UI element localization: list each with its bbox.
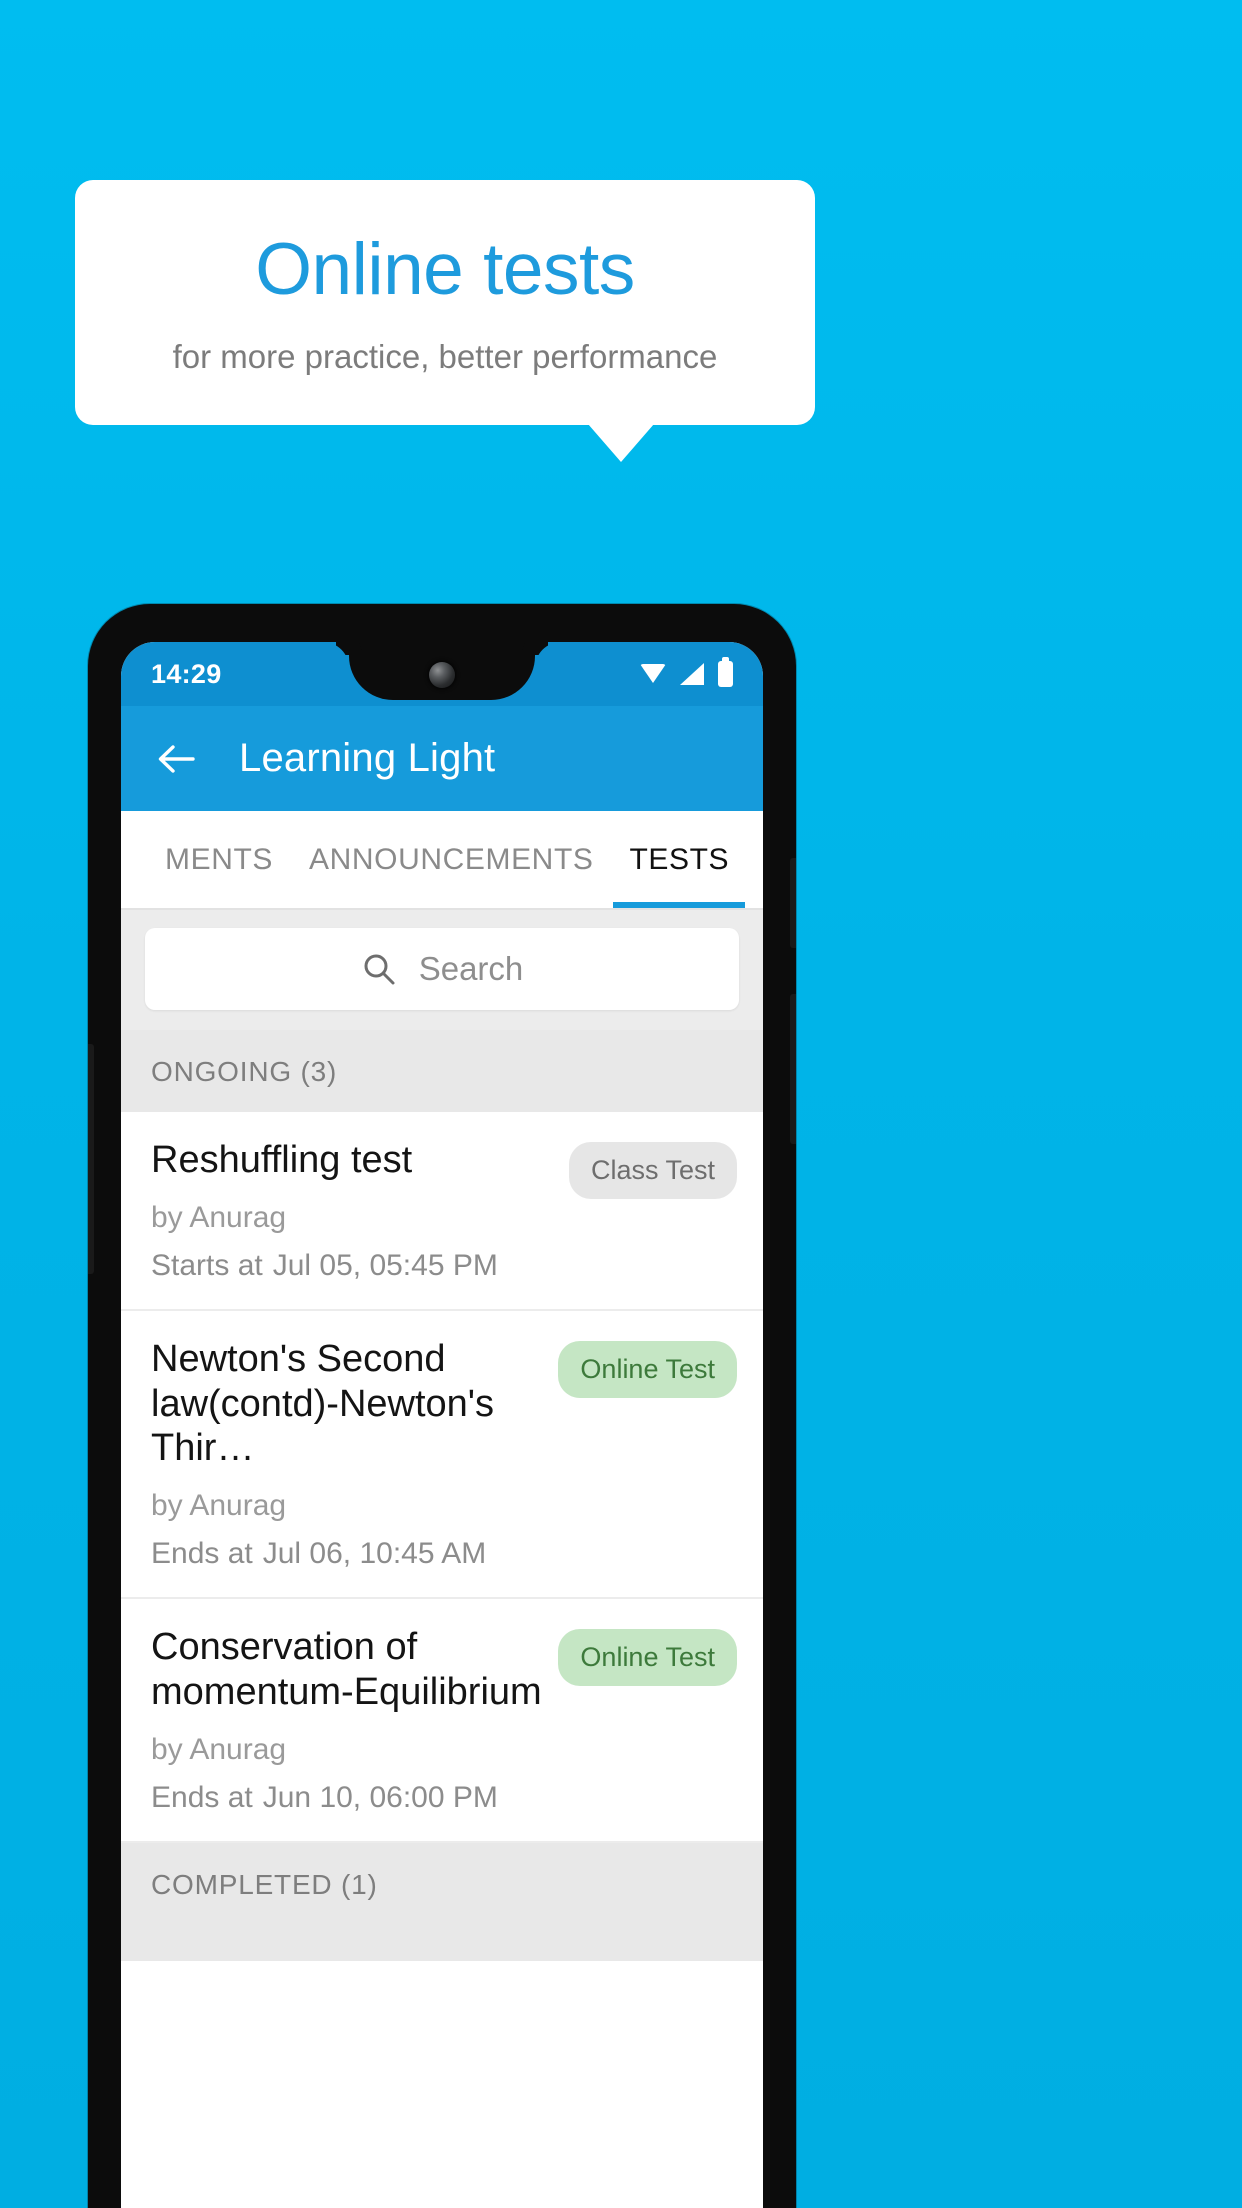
- battery-icon: [718, 657, 733, 687]
- section-header-ongoing: ONGOING (3): [121, 1030, 763, 1112]
- search-placeholder: Search: [418, 950, 524, 987]
- test-schedule: Ends at Jun 10, 06:00 PM: [151, 1781, 542, 1815]
- phone-mockup: 14:29 Learning Light MENTS ANNOUNCEMENTS…: [88, 604, 796, 2208]
- table-row[interactable]: Conservation of momentum-Equilibrium by …: [121, 1599, 763, 1843]
- test-author: by Anurag: [151, 1489, 287, 1523]
- promo-title: Online tests: [255, 228, 635, 310]
- status-icons: [640, 657, 733, 687]
- phone-screen: 14:29 Learning Light MENTS ANNOUNCEMENTS…: [121, 642, 763, 2208]
- test-row-content: Conservation of momentum-Equilibrium by …: [151, 1625, 558, 1815]
- tab-bar: MENTS ANNOUNCEMENTS TESTS VIDEOS: [121, 811, 763, 908]
- test-author: by Anurag: [151, 1200, 287, 1234]
- test-title: Newton's Second law(contd)-Newton's Thir…: [151, 1337, 495, 1470]
- status-badge: Online Test: [558, 1629, 737, 1687]
- promo-stage: Online tests for more practice, better p…: [0, 0, 1242, 2208]
- app-bar-title: Learning Light: [239, 736, 496, 780]
- signal-icon: [680, 663, 704, 685]
- test-schedule-label: Starts at: [151, 1248, 263, 1282]
- wifi-icon: [640, 664, 666, 684]
- test-row-content: Newton's Second law(contd)-Newton's Thir…: [151, 1337, 558, 1571]
- test-schedule-value: Jul 06, 10:45 AM: [262, 1537, 487, 1571]
- status-badge: Online Test: [558, 1340, 737, 1398]
- test-schedule-label: Ends at: [151, 1780, 253, 1814]
- tab-tests[interactable]: TESTS: [611, 811, 747, 908]
- tab-ments[interactable]: MENTS: [147, 811, 291, 908]
- phone-side-button: [790, 994, 796, 1144]
- test-schedule-label: Ends at: [151, 1537, 253, 1571]
- test-title: Reshuffling test: [151, 1139, 413, 1181]
- status-badge: Class Test: [568, 1142, 737, 1199]
- table-row[interactable]: Newton's Second law(contd)-Newton's Thir…: [121, 1310, 763, 1600]
- tab-announcements[interactable]: ANNOUNCEMENTS: [291, 811, 611, 908]
- section-header-completed: COMPLETED (1): [121, 1842, 763, 1961]
- test-row-content: Reshuffling test by Anurag Starts at Jul …: [151, 1138, 569, 1283]
- search-area: Search: [121, 910, 763, 1030]
- phone-notch: [349, 642, 535, 700]
- search-input[interactable]: Search: [145, 928, 739, 1010]
- app-bar: Learning Light: [121, 706, 763, 811]
- back-arrow-icon[interactable]: [153, 736, 199, 782]
- test-author: by Anurag: [151, 1732, 287, 1766]
- front-camera: [429, 662, 455, 688]
- promo-subtitle: for more practice, better performance: [172, 337, 718, 375]
- table-row[interactable]: Reshuffling test by Anurag Starts at Jul …: [121, 1112, 763, 1311]
- promo-callout-bubble: Online tests for more practice, better p…: [75, 180, 815, 425]
- status-time: 14:29: [151, 658, 222, 689]
- tab-videos[interactable]: VIDEOS: [747, 811, 763, 908]
- phone-power-button: [790, 858, 796, 948]
- bubble-tail: [588, 424, 654, 462]
- test-schedule-value: Jun 10, 06:00 PM: [262, 1780, 498, 1814]
- test-title: Conservation of momentum-Equilibrium: [151, 1626, 542, 1714]
- status-bar: 14:29: [121, 642, 763, 706]
- phone-volume-button: [88, 1044, 94, 1274]
- test-schedule: Ends at Jul 06, 10:45 AM: [151, 1537, 542, 1571]
- search-icon: [361, 951, 397, 987]
- test-schedule: Starts at Jul 05, 05:45 PM: [151, 1249, 553, 1283]
- test-schedule-value: Jul 05, 05:45 PM: [272, 1248, 498, 1282]
